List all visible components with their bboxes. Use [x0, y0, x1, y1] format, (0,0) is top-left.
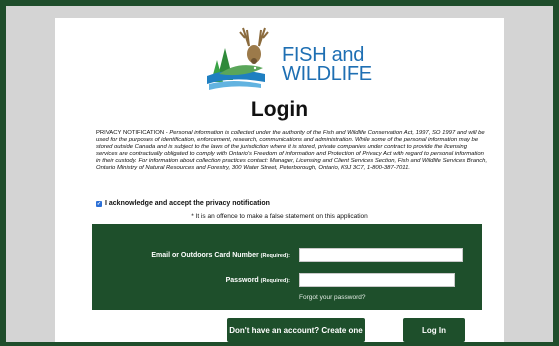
- login-card: FISH and WILDLIFE Login PRIVACY NOTIFICA…: [55, 18, 504, 342]
- password-label-text: Password: [225, 277, 259, 284]
- create-account-button[interactable]: Don't have an account? Create one: [227, 318, 365, 342]
- login-button[interactable]: Log In: [403, 318, 465, 342]
- deer-fish-trees-logo-icon: [207, 27, 269, 90]
- fish-and-wildlife-logo: FISH and WILDLIFE: [203, 24, 372, 94]
- login-form-panel: Email or Outdoors Card Number (Required)…: [92, 224, 482, 310]
- offence-note: * It is an offence to make a false state…: [191, 213, 368, 220]
- logo-wordmark: FISH and WILDLIFE: [282, 45, 372, 85]
- forgot-password-link[interactable]: Forgot your password?: [299, 294, 365, 301]
- password-field[interactable]: [299, 273, 455, 287]
- email-field[interactable]: [299, 248, 463, 262]
- page-background: FISH and WILDLIFE Login PRIVACY NOTIFICA…: [6, 6, 553, 342]
- acknowledge-label: I acknowledge and accept the privacy not…: [105, 200, 270, 207]
- password-required-tag: (Required):: [260, 278, 290, 284]
- page-title: Login: [250, 98, 309, 121]
- privacy-body: Personal information is collected under …: [96, 130, 488, 172]
- email-field-label: Email or Outdoors Card Number (Required)…: [102, 252, 290, 259]
- logo-line-2: WILDLIFE: [282, 63, 372, 85]
- password-field-label: Password (Required):: [102, 277, 290, 284]
- privacy-notification: PRIVACY NOTIFICATION - Personal informat…: [96, 130, 488, 173]
- email-required-tag: (Required):: [260, 253, 290, 259]
- email-label-text: Email or Outdoors Card Number: [151, 252, 259, 259]
- acknowledge-checkbox[interactable]: ✓: [96, 200, 102, 207]
- privacy-acknowledge-row[interactable]: ✓ I acknowledge and accept the privacy n…: [96, 200, 270, 207]
- privacy-lead: PRIVACY NOTIFICATION -: [96, 130, 170, 136]
